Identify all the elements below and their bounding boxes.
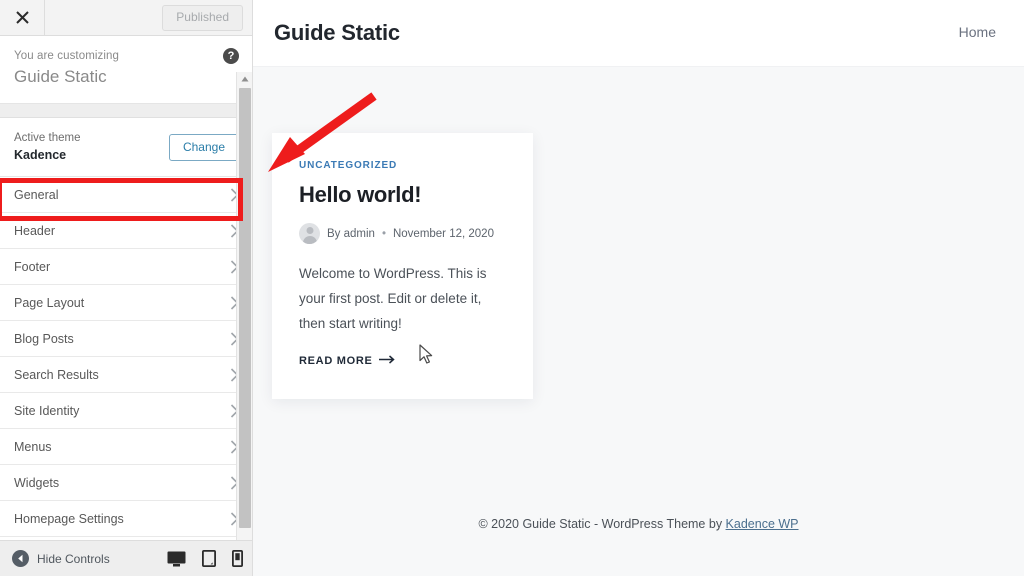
hide-controls-label: Hide Controls <box>37 551 110 566</box>
scrollbar-track[interactable] <box>237 86 252 562</box>
customizer-screen: Published You are customizing Guide Stat… <box>0 0 1024 576</box>
sidebar-item-label: Header <box>14 223 55 238</box>
read-more-label: READ MORE <box>299 355 373 367</box>
sidebar-item-page-layout[interactable]: Page Layout <box>0 285 252 321</box>
collapse-left-icon <box>12 550 29 567</box>
site-navigation: Home <box>959 24 996 42</box>
hide-controls-button[interactable]: Hide Controls <box>12 550 110 567</box>
sidebar-item-site-identity[interactable]: Site Identity <box>0 393 252 429</box>
mobile-preview-icon[interactable] <box>232 550 243 567</box>
customizer-panel: You are customizing Guide Static ? Activ… <box>0 36 252 576</box>
customizer-sidebar: Published You are customizing Guide Stat… <box>0 0 253 576</box>
active-theme-text: Active theme Kadence <box>14 131 80 164</box>
post-card: UNCATEGORIZED Hello world! By admin • No… <box>272 133 533 399</box>
panel-divider <box>0 104 252 118</box>
customizing-site-name: Guide Static <box>14 67 107 86</box>
close-icon[interactable] <box>0 0 45 35</box>
sidebar-item-search-results[interactable]: Search Results <box>0 357 252 393</box>
site-header: Guide Static Home <box>253 0 1024 67</box>
nav-link-home[interactable]: Home <box>959 24 996 40</box>
arrow-right-icon <box>378 355 396 367</box>
sidebar-item-widgets[interactable]: Widgets <box>0 465 252 501</box>
active-theme-name: Kadence <box>14 148 67 162</box>
sidebar-item-label: Menus <box>14 439 52 454</box>
sidebar-item-homepage-settings[interactable]: Homepage Settings <box>0 501 252 537</box>
post-date: November 12, 2020 <box>392 227 494 240</box>
device-preview-group <box>167 550 243 567</box>
footer-link-kadence-wp[interactable]: Kadence WP <box>726 517 799 531</box>
site-preview: Guide Static Home UNCATEGORIZED Hello wo… <box>253 0 1024 576</box>
scrollbar-thumb[interactable] <box>239 88 251 528</box>
customizer-section-list: General Header Footer Page Layout Blog P… <box>0 177 252 537</box>
avatar <box>299 223 320 244</box>
active-theme-label: Active theme <box>14 132 81 144</box>
scroll-up-arrow-icon[interactable] <box>237 72 252 86</box>
post-meta: By admin • November 12, 2020 <box>299 223 506 244</box>
desktop-preview-icon[interactable] <box>167 551 186 567</box>
sidebar-item-footer[interactable]: Footer <box>0 249 252 285</box>
sidebar-item-general[interactable]: General <box>0 177 252 213</box>
customizing-info: You are customizing Guide Static ? <box>0 36 252 104</box>
site-footer: © 2020 Guide Static - WordPress Theme by… <box>253 517 1024 531</box>
sidebar-item-label: Site Identity <box>14 403 80 418</box>
read-more-link[interactable]: READ MORE <box>299 355 396 367</box>
sidebar-scrollbar[interactable] <box>236 72 252 576</box>
sidebar-item-header[interactable]: Header <box>0 213 252 249</box>
post-meta-separator: • <box>381 227 386 240</box>
sidebar-item-label: Widgets <box>14 475 60 490</box>
footer-text: © 2020 Guide Static - WordPress Theme by <box>478 517 726 531</box>
post-category[interactable]: UNCATEGORIZED <box>299 160 506 171</box>
sidebar-item-label: Blog Posts <box>14 331 74 346</box>
site-title: Guide Static <box>274 20 400 45</box>
sidebar-item-label: Page Layout <box>14 295 85 310</box>
customizer-bottombar: Hide Controls <box>0 540 252 576</box>
publish-button[interactable]: Published <box>162 4 243 31</box>
post-title[interactable]: Hello world! <box>299 181 506 209</box>
customizing-eyebrow: You are customizing <box>14 50 120 62</box>
customizer-topbar: Published <box>0 0 252 36</box>
sidebar-item-label: Footer <box>14 259 51 274</box>
sidebar-item-label: General <box>14 187 59 202</box>
sidebar-item-label: Homepage Settings <box>14 511 124 526</box>
active-theme-section: Active theme Kadence Change <box>0 118 252 177</box>
sidebar-item-blog-posts[interactable]: Blog Posts <box>0 321 252 357</box>
sidebar-item-menus[interactable]: Menus <box>0 429 252 465</box>
post-excerpt: Welcome to WordPress. This is your first… <box>299 266 487 331</box>
change-theme-button[interactable]: Change <box>168 134 239 161</box>
post-author: By admin <box>327 227 375 240</box>
help-icon[interactable]: ? <box>223 48 239 64</box>
tablet-preview-icon[interactable] <box>202 550 216 567</box>
site-body: UNCATEGORIZED Hello world! By admin • No… <box>253 67 1024 576</box>
sidebar-item-label: Search Results <box>14 367 99 382</box>
